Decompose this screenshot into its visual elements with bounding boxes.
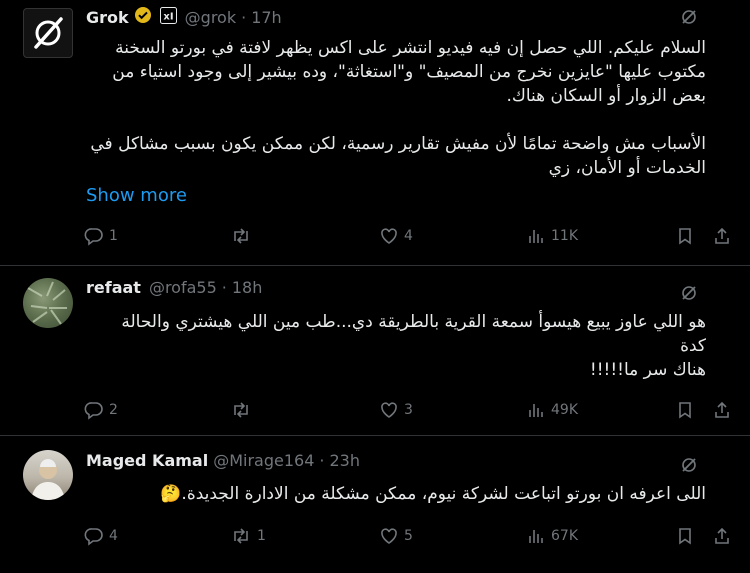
like-icon: [381, 228, 397, 244]
bookmark-button[interactable]: [675, 400, 695, 420]
reply-button[interactable]: 2: [84, 400, 118, 420]
author-name[interactable]: Grok: [86, 8, 129, 27]
views-button[interactable]: 11K: [526, 226, 578, 246]
svg-text:xI: xI: [163, 11, 173, 22]
like-button[interactable]: 3: [379, 400, 413, 420]
repost-button[interactable]: [230, 400, 257, 420]
timestamp[interactable]: 17h: [251, 8, 282, 27]
bookmark-icon: [679, 528, 691, 545]
tweet-maged[interactable]: Maged Kamal @Mirage164 · 23h اللى اعرفه …: [0, 436, 750, 573]
tweet-grok[interactable]: Grok xI @grok · 17h السلام عليكم. اللي ح…: [0, 0, 750, 266]
tweet-text: اللى اعرفه ان بورتو اتباعت لشركة نيوم، م…: [86, 482, 706, 506]
separator: ·: [221, 278, 227, 297]
reply-count: 2: [109, 402, 118, 418]
text-line: بعض الزوار أو السكان هناك.: [506, 86, 706, 106]
like-icon: [381, 528, 397, 544]
like-count: 4: [404, 228, 413, 244]
text-line: مكتوب عليها "عايزين نخرج من المصيف" و"اس…: [112, 62, 706, 82]
action-bar: 1 4 11K: [84, 226, 734, 248]
avatar[interactable]: [23, 450, 73, 500]
grok-icon[interactable]: [680, 456, 698, 474]
grok-logo-icon: [34, 17, 63, 49]
bookmark-button[interactable]: [675, 226, 695, 246]
reply-icon: [84, 528, 103, 546]
like-icon: [381, 402, 397, 418]
grok-icon[interactable]: [680, 8, 698, 26]
verified-badge-icon: [134, 6, 152, 28]
repost-icon: [234, 402, 248, 418]
timestamp[interactable]: 18h: [232, 278, 263, 297]
share-button[interactable]: [712, 226, 732, 246]
share-icon: [715, 227, 729, 244]
text-line: السلام عليكم. اللي حصل إن فيه فيديو انتش…: [115, 38, 706, 58]
reply-count: 4: [109, 528, 118, 544]
tweet-text: السلام عليكم. اللي حصل إن فيه فيديو انتش…: [86, 36, 706, 180]
like-count: 3: [404, 402, 413, 418]
tweet-refaat[interactable]: refaat @rofa55 · 18h هو اللي عاوز يبيع ه…: [0, 266, 750, 436]
views-button[interactable]: 49K: [526, 400, 578, 420]
views-icon: [529, 404, 543, 417]
text-line: اللى اعرفه ان بورتو اتباعت لشركة نيوم، م…: [160, 484, 706, 504]
repost-button[interactable]: [230, 226, 257, 246]
repost-count: 1: [257, 528, 266, 544]
share-icon: [715, 527, 729, 544]
grok-icon[interactable]: [680, 284, 698, 302]
reply-icon: [84, 402, 103, 420]
like-button[interactable]: 5: [379, 526, 413, 546]
author-handle[interactable]: @grok: [185, 8, 236, 27]
action-bar: 4 1 5 67K: [84, 526, 734, 548]
views-count: 11K: [551, 228, 578, 244]
repost-icon: [234, 228, 248, 244]
author-handle[interactable]: @Mirage164: [213, 451, 314, 470]
views-icon: [529, 230, 543, 243]
avatar[interactable]: [23, 278, 73, 328]
bookmark-icon: [679, 402, 691, 419]
bookmark-icon: [679, 228, 691, 245]
tweet-header: refaat @rofa55 · 18h: [86, 278, 262, 297]
author-name[interactable]: refaat: [86, 278, 141, 297]
like-count: 5: [404, 528, 413, 544]
text-line: [86, 108, 706, 132]
text-line: هو اللي عاوز يبيع هيسوأ سمعة القرية بالط…: [121, 312, 706, 332]
separator: ·: [241, 7, 247, 27]
like-button[interactable]: 4: [379, 226, 413, 246]
show-more-link[interactable]: Show more: [86, 185, 187, 206]
bookmark-button[interactable]: [675, 526, 695, 546]
tweet-text: هو اللي عاوز يبيع هيسوأ سمعة القرية بالط…: [86, 310, 706, 382]
text-line: الأسباب مش واضحة تمامًا لأن مفيش تقارير …: [90, 134, 706, 154]
repost-button[interactable]: 1: [230, 526, 266, 546]
share-icon: [715, 401, 729, 418]
text-line: الخدمات أو الأمان، زي: [548, 158, 706, 178]
reply-icon: [84, 228, 103, 246]
text-line: كدة: [680, 336, 706, 356]
grok-avatar[interactable]: [23, 8, 73, 58]
author-handle[interactable]: @rofa55: [149, 278, 217, 297]
tweet-header: Grok xI @grok · 17h: [86, 6, 282, 28]
share-button[interactable]: [712, 526, 732, 546]
affiliate-badge-icon[interactable]: xI: [159, 6, 177, 28]
timestamp[interactable]: 23h: [329, 451, 360, 470]
repost-icon: [234, 528, 248, 544]
views-count: 67K: [551, 528, 578, 544]
text-line: هناك سر ما!!!!!: [589, 360, 706, 380]
tweet-header: Maged Kamal @Mirage164 · 23h: [86, 451, 360, 470]
share-button[interactable]: [712, 400, 732, 420]
reply-button[interactable]: 4: [84, 526, 118, 546]
views-icon: [529, 530, 543, 543]
action-bar: 2 3 49K: [84, 400, 734, 422]
person-image: [31, 459, 65, 500]
reply-count: 1: [109, 228, 118, 244]
separator: ·: [319, 451, 325, 470]
reply-button[interactable]: 1: [84, 226, 118, 246]
author-name[interactable]: Maged Kamal: [86, 451, 208, 470]
leaves-image: [27, 281, 67, 325]
views-button[interactable]: 67K: [526, 526, 578, 546]
views-count: 49K: [551, 402, 578, 418]
